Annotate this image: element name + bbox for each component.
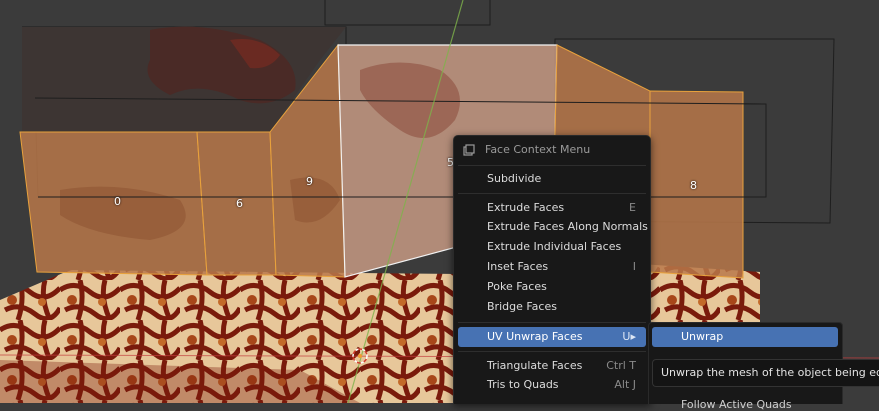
face-index-label: 8	[690, 179, 697, 192]
menu-item-uv-unwrap-faces[interactable]: UV Unwrap Faces U▸	[458, 327, 646, 347]
shortcut-hint: E	[629, 201, 636, 214]
menu-item-inset-faces[interactable]: Inset Faces I	[458, 257, 646, 277]
tooltip: Unwrap the mesh of the object being edit…	[652, 359, 879, 387]
menu-item-extrude-individual-faces[interactable]: Extrude Individual Faces	[458, 237, 646, 257]
menu-item-label: Extrude Individual Faces	[487, 240, 622, 253]
menu-item-label: Subdivide	[487, 172, 542, 185]
face-index-label: 0	[114, 195, 121, 208]
menu-item-bridge-faces[interactable]: Bridge Faces	[458, 297, 646, 317]
menu-divider	[458, 193, 646, 194]
menu-item-label: Bridge Faces	[487, 300, 557, 313]
window-icon	[463, 144, 475, 156]
menu-item-poke-faces[interactable]: Poke Faces	[458, 277, 646, 297]
menu-item-label: Tris to Quads	[487, 378, 559, 391]
menu-item-label: UV Unwrap Faces	[487, 330, 583, 343]
shortcut-hint: I	[632, 260, 636, 273]
menu-title: Face Context Menu	[485, 143, 591, 156]
face-context-menu: Face Context Menu Subdivide Extrude Face…	[453, 135, 651, 404]
submenu-item-follow-active-quads[interactable]: Follow Active Quads	[681, 398, 792, 411]
menu-item-label: Poke Faces	[487, 280, 547, 293]
face-index-label: 6	[236, 197, 243, 210]
shortcut-hint: Alt J	[614, 378, 636, 391]
submenu-item-unwrap[interactable]: Unwrap	[652, 327, 838, 347]
tooltip-text: Unwrap the mesh of the object being edit…	[661, 366, 879, 379]
menu-item-label: Extrude Faces	[487, 201, 565, 214]
menu-divider	[458, 165, 646, 166]
menu-divider	[458, 351, 646, 352]
menu-item-label: Inset Faces	[487, 260, 549, 273]
menu-item-label: Extrude Faces Along Normals	[487, 220, 648, 233]
menu-item-subdivide[interactable]: Subdivide	[458, 169, 646, 189]
menu-item-tris-to-quads[interactable]: Tris to Quads Alt J	[458, 375, 646, 395]
menu-divider	[458, 322, 646, 323]
menu-item-triangulate-faces[interactable]: Triangulate Faces Ctrl T	[458, 356, 646, 376]
menu-item-extrude-faces[interactable]: Extrude Faces E	[458, 198, 646, 218]
shortcut-hint: Ctrl T	[606, 359, 636, 372]
menu-item-label: Triangulate Faces	[487, 359, 583, 372]
menu-item-extrude-faces-along-normals[interactable]: Extrude Faces Along Normals	[458, 217, 648, 237]
menu-header: Face Context Menu	[454, 136, 650, 164]
menu-item-label: Unwrap	[681, 330, 724, 343]
shortcut-hint: U▸	[622, 330, 636, 343]
face-index-label: 9	[306, 175, 313, 188]
